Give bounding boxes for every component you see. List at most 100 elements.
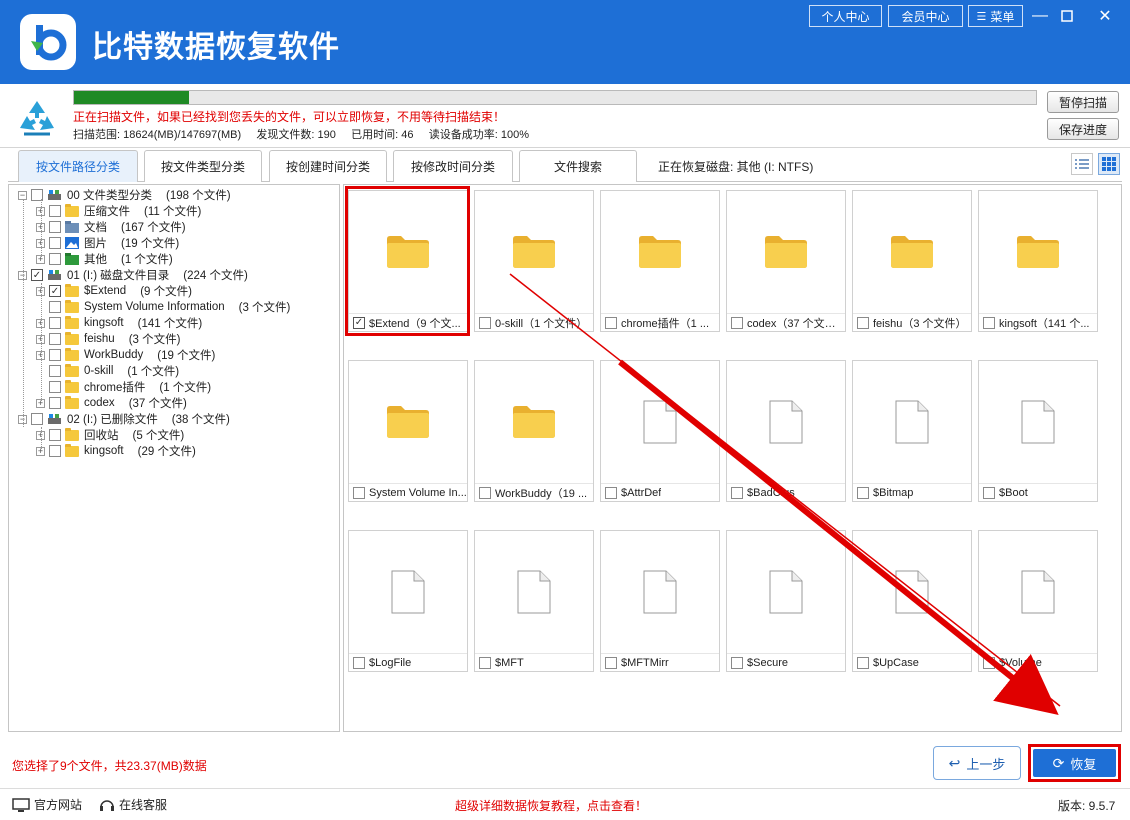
tree-checkbox[interactable] bbox=[49, 333, 61, 345]
tree-checkbox[interactable] bbox=[49, 237, 61, 249]
tab-by-type[interactable]: 按文件类型分类 bbox=[144, 150, 262, 182]
tree-row[interactable]: + feishu (3 个文件) bbox=[36, 331, 180, 347]
folder-tile[interactable]: codex（37 个文件） bbox=[726, 190, 846, 332]
tree-checkbox[interactable] bbox=[49, 205, 61, 217]
file-tile[interactable]: $Boot bbox=[978, 360, 1098, 502]
close-icon[interactable]: ✕ bbox=[1093, 5, 1117, 27]
tree-row[interactable]: chrome插件 (1 个文件) bbox=[36, 379, 211, 395]
tab-by-modify-time[interactable]: 按修改时间分类 bbox=[393, 150, 513, 182]
folder-icon bbox=[475, 191, 593, 313]
tile-label: $UpCase bbox=[873, 656, 919, 669]
tile-checkbox[interactable] bbox=[857, 316, 869, 329]
tree-connector bbox=[41, 199, 42, 259]
tile-checkbox[interactable] bbox=[731, 486, 743, 499]
tree-row[interactable]: System Volume Information (3 个文件) bbox=[36, 299, 290, 315]
tree-count: (1 个文件) bbox=[127, 366, 180, 378]
file-tile[interactable]: $MFTMirr bbox=[600, 530, 720, 672]
member-center-button[interactable]: 会员中心 bbox=[888, 5, 963, 27]
file-icon bbox=[853, 361, 971, 483]
tile-checkbox[interactable] bbox=[479, 486, 491, 499]
file-tile[interactable]: $UpCase bbox=[852, 530, 972, 672]
tree-checkbox[interactable] bbox=[49, 301, 61, 313]
grid-view-icon[interactable] bbox=[1098, 153, 1120, 175]
tree-row[interactable]: + 回收站 (5 个文件) bbox=[36, 427, 184, 443]
tree-checkbox[interactable] bbox=[49, 429, 61, 441]
tree-checkbox[interactable] bbox=[49, 397, 61, 409]
tile-checkbox[interactable] bbox=[731, 656, 743, 669]
tree-count: (19 个文件) bbox=[121, 238, 180, 250]
tree-row[interactable]: −00 文件类型分类 (198 个文件) bbox=[18, 187, 231, 203]
tile-checkbox[interactable] bbox=[983, 656, 995, 669]
previous-step-button[interactable]: ↩ 上一步 bbox=[933, 746, 1021, 780]
tree-checkbox[interactable] bbox=[31, 413, 43, 425]
tile-checkbox[interactable] bbox=[353, 656, 365, 669]
tree-row[interactable]: − ✓ 01 (I:) 磁盘文件目录 (224 个文件) bbox=[18, 267, 248, 283]
tree-row[interactable]: + kingsoft (141 个文件) bbox=[36, 315, 202, 331]
file-tile[interactable]: $MFT bbox=[474, 530, 594, 672]
maximize-icon[interactable] bbox=[1055, 5, 1079, 27]
tree-checkbox[interactable]: ✓ bbox=[31, 269, 43, 281]
file-tile[interactable]: $Bitmap bbox=[852, 360, 972, 502]
folder-tile[interactable]: kingsoft（141 个... bbox=[978, 190, 1098, 332]
minimize-icon[interactable]: — bbox=[1028, 5, 1052, 27]
file-tile[interactable]: $Secure bbox=[726, 530, 846, 672]
tree-row[interactable]: −02 (I:) 已删除文件 (38 个文件) bbox=[18, 411, 230, 427]
list-view-icon[interactable] bbox=[1071, 153, 1093, 175]
tree-row[interactable]: + kingsoft (29 个文件) bbox=[36, 443, 196, 459]
tree-checkbox[interactable]: ✓ bbox=[49, 285, 61, 297]
app-logo bbox=[20, 14, 76, 70]
tree-count: (9 个文件) bbox=[140, 286, 192, 298]
file-tile[interactable]: $Volume bbox=[978, 530, 1098, 672]
recover-button[interactable]: ⟳ 恢复 bbox=[1033, 749, 1116, 777]
folder-tile[interactable]: chrome插件（1 ... bbox=[600, 190, 720, 332]
tree-checkbox[interactable] bbox=[49, 253, 61, 265]
folder-tile[interactable]: System Volume In... bbox=[348, 360, 468, 502]
tile-checkbox[interactable] bbox=[857, 486, 869, 499]
tab-file-search[interactable]: 文件搜索 bbox=[519, 150, 637, 182]
tile-checkbox[interactable] bbox=[605, 656, 617, 669]
tile-checkbox[interactable] bbox=[479, 316, 491, 329]
online-support-link[interactable]: 在线客服 bbox=[99, 796, 167, 813]
tile-checkbox[interactable] bbox=[605, 316, 617, 329]
tree-row[interactable]: + ✓ $Extend (9 个文件) bbox=[36, 283, 192, 299]
tree-row[interactable]: + 文档 (167 个文件) bbox=[36, 219, 186, 235]
tile-label: $MFT bbox=[495, 656, 524, 669]
menu-button[interactable]: ☰ 菜单 bbox=[968, 5, 1023, 27]
folder-tile[interactable]: WorkBuddy（19 ... bbox=[474, 360, 594, 502]
pause-scan-button[interactable]: 暂停扫描 bbox=[1047, 91, 1119, 113]
file-icon bbox=[601, 531, 719, 653]
tile-checkbox[interactable] bbox=[857, 656, 869, 669]
tree-row[interactable]: + 其他 (1 个文件) bbox=[36, 251, 173, 267]
tile-checkbox[interactable] bbox=[731, 316, 743, 329]
official-website-link[interactable]: 官方网站 bbox=[12, 796, 82, 813]
tree-checkbox[interactable] bbox=[49, 317, 61, 329]
file-tile[interactable]: $BadClus bbox=[726, 360, 846, 502]
tree-count: (5 个文件) bbox=[132, 430, 185, 442]
tile-label-row: $UpCase bbox=[853, 653, 971, 671]
save-progress-button[interactable]: 保存进度 bbox=[1047, 118, 1119, 140]
tree-checkbox[interactable] bbox=[49, 381, 61, 393]
tab-by-path[interactable]: 按文件路径分类 bbox=[18, 150, 138, 182]
tree-row[interactable]: 0-skill (1 个文件) bbox=[36, 363, 179, 379]
tile-checkbox[interactable] bbox=[479, 656, 491, 669]
folder-tile[interactable]: 0-skill（1 个文件） bbox=[474, 190, 594, 332]
tree-label: feishu bbox=[84, 333, 115, 345]
tab-by-create-time[interactable]: 按创建时间分类 bbox=[269, 150, 387, 182]
tree-checkbox[interactable] bbox=[49, 445, 61, 457]
file-tile[interactable]: $AttrDef bbox=[600, 360, 720, 502]
tree-checkbox[interactable] bbox=[49, 365, 61, 377]
tree-row[interactable]: + 压缩文件 (11 个文件) bbox=[36, 203, 201, 219]
tile-checkbox[interactable] bbox=[353, 486, 365, 499]
tile-checkbox[interactable] bbox=[605, 486, 617, 499]
tree-row[interactable]: + 图片 (19 个文件) bbox=[36, 235, 179, 251]
tutorial-link[interactable]: 超级详细数据恢复教程，点击查看！ bbox=[455, 797, 647, 814]
tree-checkbox[interactable] bbox=[49, 221, 61, 233]
folder-tile[interactable]: feishu（3 个文件） bbox=[852, 190, 972, 332]
tree-checkbox[interactable] bbox=[49, 349, 61, 361]
tile-checkbox[interactable] bbox=[983, 316, 995, 329]
personal-center-button[interactable]: 个人中心 bbox=[809, 5, 882, 27]
tile-checkbox[interactable] bbox=[983, 486, 995, 499]
file-tile[interactable]: $LogFile bbox=[348, 530, 468, 672]
tree-row[interactable]: + codex (37 个文件) bbox=[36, 395, 187, 411]
tree-row[interactable]: + WorkBuddy (19 个文件) bbox=[36, 347, 215, 363]
